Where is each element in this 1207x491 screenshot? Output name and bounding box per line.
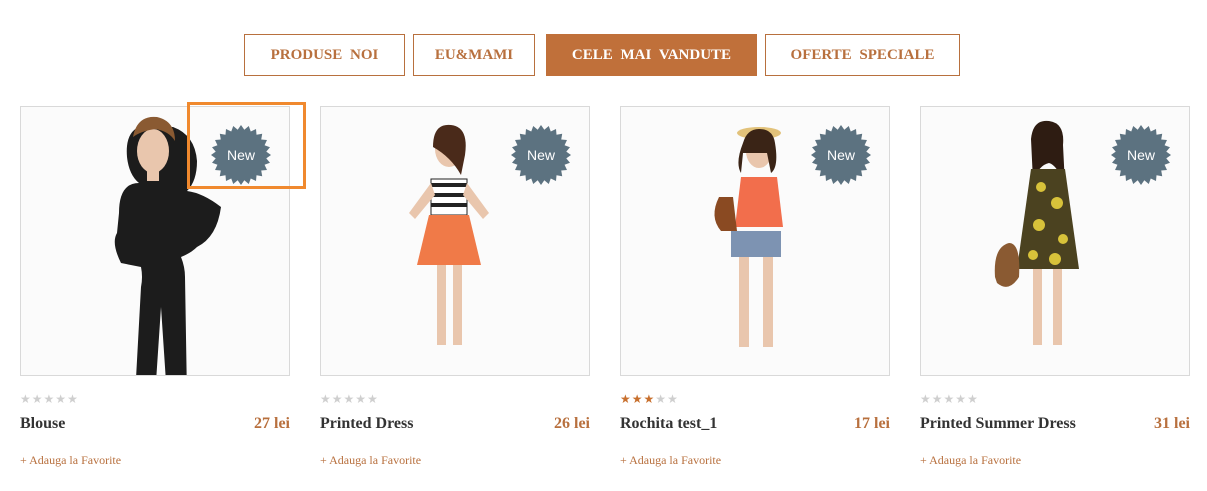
add-to-favorites-link[interactable]: + Adauga la Favorite (920, 453, 1021, 468)
tab-produse-noi[interactable]: PRODUSE NOI (244, 34, 405, 76)
star-icon: ★ (631, 392, 644, 406)
tab-oferte-speciale[interactable]: OFERTE SPECIALE (765, 34, 960, 76)
star-icon: ★ (655, 392, 668, 406)
product-name[interactable]: Printed Summer Dress (920, 415, 1076, 433)
product-tabs: PRODUSE NOI EU&MAMI CELE MAI VANDUTE OFE… (0, 34, 1207, 76)
star-icon: ★ (67, 392, 79, 406)
star-icon: ★ (20, 392, 32, 406)
tab-cele-mai-vandute[interactable]: CELE MAI VANDUTE (546, 34, 757, 76)
star-icon: ★ (367, 392, 379, 406)
product-price: 27 lei (254, 415, 290, 432)
highlight-box (187, 102, 306, 189)
star-icon: ★ (31, 392, 44, 406)
star-icon: ★ (967, 392, 979, 406)
rating-stars: ★★★★★ (920, 392, 979, 406)
product-card-printed-summer-dress: New ★★★★★ Printed Summer Dress 31 lei + … (920, 106, 1190, 467)
product-name[interactable]: Rochita test_1 (620, 415, 717, 433)
product-image[interactable]: New (620, 106, 890, 376)
new-badge: New (1111, 125, 1171, 185)
star-icon: ★ (931, 392, 944, 406)
star-icon: ★ (643, 392, 656, 406)
star-icon: ★ (43, 392, 56, 406)
star-icon: ★ (943, 392, 956, 406)
product-price: 31 lei (1154, 415, 1190, 432)
star-icon: ★ (320, 392, 332, 406)
tab-eu-mami[interactable]: EU&MAMI (413, 34, 535, 76)
star-icon: ★ (343, 392, 356, 406)
product-name[interactable]: Blouse (20, 415, 65, 433)
star-icon: ★ (331, 392, 344, 406)
star-icon: ★ (620, 392, 632, 406)
rating-stars: ★★★★★ (320, 392, 379, 406)
new-badge-label: New (1126, 147, 1155, 163)
star-icon: ★ (355, 392, 368, 406)
product-card-printed-dress: New ★★★★★ Printed Dress 26 lei + Adauga … (320, 106, 590, 467)
new-badge-label: New (826, 147, 855, 163)
product-price: 17 lei (854, 415, 890, 432)
add-to-favorites-link[interactable]: + Adauga la Favorite (620, 453, 721, 468)
product-image[interactable]: New (320, 106, 590, 376)
add-to-favorites-link[interactable]: + Adauga la Favorite (20, 453, 121, 468)
star-icon: ★ (667, 392, 679, 406)
new-badge: New (511, 125, 571, 185)
add-to-favorites-link[interactable]: + Adauga la Favorite (320, 453, 421, 468)
star-icon: ★ (955, 392, 968, 406)
star-icon: ★ (920, 392, 932, 406)
product-image[interactable]: New (920, 106, 1190, 376)
product-card-rochita-test: New ★★★★★ Rochita test_1 17 lei + Adauga… (620, 106, 890, 467)
product-name[interactable]: Printed Dress (320, 415, 413, 433)
rating-stars: ★★★★★ (620, 392, 679, 406)
new-badge: New (811, 125, 871, 185)
new-badge-label: New (526, 147, 555, 163)
rating-stars: ★★★★★ (20, 392, 79, 406)
product-price: 26 lei (554, 415, 590, 432)
star-icon: ★ (55, 392, 68, 406)
